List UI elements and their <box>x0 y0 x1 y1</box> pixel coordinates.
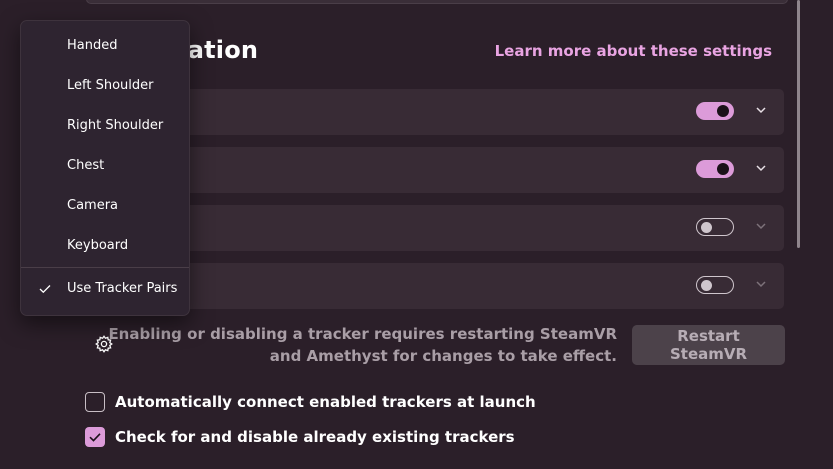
toggle-knob <box>717 163 729 175</box>
disable-existing-option[interactable]: Check for and disable already existing t… <box>85 427 515 449</box>
toggle-knob <box>701 280 712 291</box>
menu-item-right-shoulder[interactable]: Right Shoulder <box>21 110 189 142</box>
disable-existing-checkbox[interactable] <box>85 427 105 447</box>
menu-item-label: Camera <box>67 198 119 213</box>
auto-connect-option[interactable]: Automatically connect enabled trackers a… <box>85 392 536 414</box>
chevron-down-icon[interactable] <box>754 161 768 175</box>
tracker-toggle[interactable] <box>696 276 734 294</box>
chevron-down-icon[interactable] <box>754 103 768 117</box>
menu-item-chest[interactable]: Chest <box>21 150 189 182</box>
menu-item-handed[interactable]: Handed <box>21 30 189 62</box>
tracker-dropdown-menu: Handed Left Shoulder Right Shoulder Ches… <box>20 20 190 316</box>
menu-item-left-shoulder[interactable]: Left Shoulder <box>21 70 189 102</box>
menu-item-label: Right Shoulder <box>67 118 164 133</box>
tracker-row[interactable]: rs <box>86 205 784 251</box>
disable-existing-label: Check for and disable already existing t… <box>115 428 515 446</box>
menu-item-use-tracker-pairs[interactable]: Use Tracker Pairs <box>21 273 189 305</box>
learn-more-link[interactable]: Learn more about these settings <box>495 42 772 60</box>
scrollbar[interactable] <box>797 0 800 248</box>
tracker-toggle[interactable] <box>696 218 734 236</box>
menu-item-label: Chest <box>67 158 105 173</box>
tracker-row[interactable] <box>86 147 784 193</box>
toggle-knob <box>701 222 712 233</box>
tracker-row[interactable] <box>86 89 784 135</box>
checkmark-icon <box>89 433 101 442</box>
menu-item-label: Left Shoulder <box>67 78 154 93</box>
restart-notice-line: Enabling or disabling a tracker requires… <box>108 325 617 343</box>
previous-section-card <box>86 0 788 4</box>
tracker-toggle[interactable] <box>696 102 734 120</box>
menu-item-label: Handed <box>67 38 118 53</box>
menu-item-label: Keyboard <box>67 238 129 253</box>
menu-item-label: Use Tracker Pairs <box>67 281 178 296</box>
restart-steamvr-button[interactable]: Restart SteamVR <box>632 325 785 365</box>
toggle-knob <box>717 105 729 117</box>
menu-item-keyboard[interactable]: Keyboard <box>21 230 189 262</box>
tracker-toggle[interactable] <box>696 160 734 178</box>
auto-connect-checkbox[interactable] <box>85 392 105 412</box>
checkmark-icon <box>39 285 51 294</box>
chevron-down-icon[interactable] <box>754 219 768 233</box>
menu-item-camera[interactable]: Camera <box>21 190 189 222</box>
restart-notice: Enabling or disabling a tracker requires… <box>108 323 617 367</box>
menu-divider <box>21 267 189 268</box>
restart-notice-line: and Amethyst for changes to take effect. <box>269 347 617 365</box>
chevron-down-icon[interactable] <box>754 277 768 291</box>
tracker-row[interactable]: s <box>86 263 784 309</box>
auto-connect-label: Automatically connect enabled trackers a… <box>115 393 536 411</box>
